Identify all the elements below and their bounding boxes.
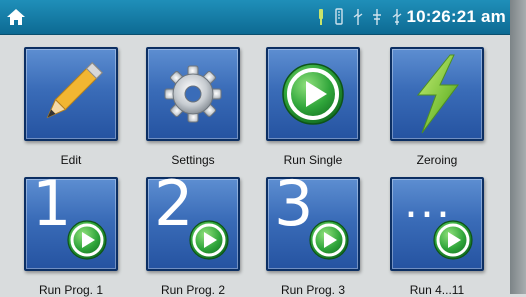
lightning-icon	[416, 54, 459, 134]
run-prog-3-label: Run Prog. 3	[280, 283, 346, 297]
play-icon	[433, 220, 473, 260]
run-prog-3-button[interactable]: 3	[266, 173, 360, 271]
run-4-11-button[interactable]: ...	[390, 177, 484, 271]
usb-icon	[335, 8, 343, 25]
run-prog-2-button[interactable]: 2	[146, 173, 240, 271]
run-4-11-label: Run 4...11	[409, 283, 465, 297]
status-bar: 10:26:21 am	[0, 0, 510, 35]
play-icon	[189, 220, 229, 260]
clock: 10:26:21 am	[406, 7, 506, 26]
zeroing-label: Zeroing	[416, 153, 458, 167]
pencil-icon	[46, 62, 103, 119]
zeroing-button[interactable]	[390, 47, 484, 141]
run-single-label: Run Single	[283, 153, 343, 167]
run-prog-1-label: Run Prog. 1	[38, 283, 104, 297]
probe-icon	[319, 9, 323, 25]
usb-icon	[353, 9, 363, 25]
home-icon[interactable]	[6, 7, 26, 27]
play-icon	[309, 220, 349, 260]
side-rail	[510, 0, 526, 294]
settings-label: Settings	[171, 153, 215, 167]
gear-icon	[164, 65, 222, 123]
play-icon	[282, 63, 344, 125]
tile-grid: Edit Settings Run Single Zeroing 1 Run P…	[0, 35, 510, 297]
run-single-button[interactable]	[266, 47, 360, 141]
status-icons	[316, 7, 404, 27]
usb-icon	[373, 9, 381, 25]
play-icon	[67, 220, 107, 260]
usb-icon	[392, 9, 402, 25]
edit-button[interactable]	[24, 47, 118, 141]
run-prog-1-button[interactable]: 1	[24, 173, 118, 271]
run-prog-2-label: Run Prog. 2	[160, 283, 226, 297]
settings-button[interactable]	[146, 47, 240, 141]
edit-label: Edit	[60, 153, 82, 167]
